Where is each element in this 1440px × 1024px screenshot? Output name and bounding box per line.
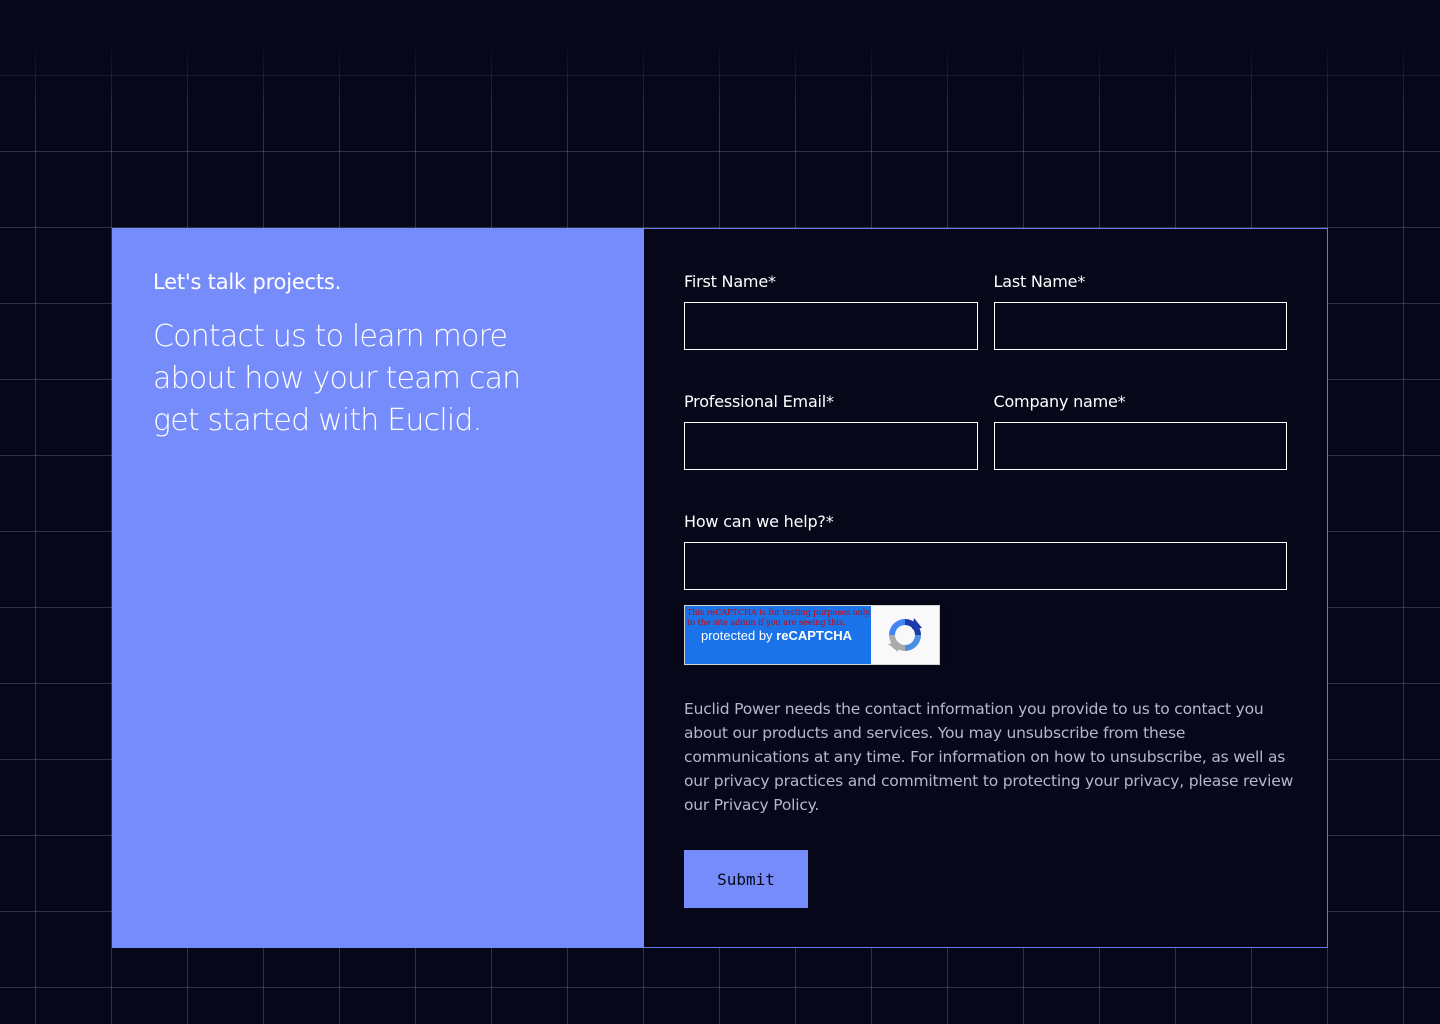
- email-input[interactable]: [684, 422, 978, 470]
- first-name-group: First Name*: [684, 271, 978, 350]
- recaptcha-warning: This reCAPTCHA is for testing purposes o…: [687, 608, 871, 627]
- page: Let's talk projects. Contact us to learn…: [0, 0, 1440, 1024]
- company-group: Company name*: [993, 391, 1287, 470]
- intro-headline: Contact us to learn more about how your …: [153, 319, 521, 438]
- help-input[interactable]: [684, 542, 1287, 590]
- name-row: First Name* Last Name*: [684, 271, 1287, 350]
- help-row: How can we help?*: [684, 511, 1287, 590]
- recaptcha-protected-text: protected by: [701, 628, 777, 643]
- submit-button[interactable]: Submit: [684, 850, 808, 908]
- contact-form: First Name* Last Name* Professional Emai…: [644, 228, 1328, 948]
- last-name-label: Last Name*: [993, 272, 1086, 291]
- contact-row: Professional Email* Company name*: [684, 391, 1287, 470]
- email-group: Professional Email*: [684, 391, 978, 470]
- recaptcha-text-area: This reCAPTCHA is for testing purposes o…: [685, 606, 871, 664]
- recaptcha-logo-icon: [871, 606, 939, 664]
- last-name-input[interactable]: [993, 302, 1287, 350]
- company-input[interactable]: [993, 422, 1287, 470]
- first-name-label: First Name*: [684, 272, 776, 291]
- last-name-group: Last Name*: [993, 271, 1287, 350]
- first-name-input[interactable]: [684, 302, 978, 350]
- grid-fade: [0, 0, 1440, 120]
- company-label: Company name*: [993, 392, 1126, 411]
- recaptcha-brand: reCAPTCHA: [776, 628, 852, 643]
- help-group: How can we help?*: [684, 511, 1287, 590]
- help-label: How can we help?*: [684, 512, 834, 531]
- intro-eyebrow: Let's talk projects.: [153, 270, 342, 294]
- email-label: Professional Email*: [684, 392, 834, 411]
- contact-card: Let's talk projects. Contact us to learn…: [112, 228, 1328, 948]
- recaptcha-label: protected by reCAPTCHA: [701, 628, 852, 643]
- privacy-disclaimer: Euclid Power needs the contact informati…: [684, 700, 1294, 814]
- recaptcha-badge[interactable]: This reCAPTCHA is for testing purposes o…: [684, 605, 940, 665]
- intro-panel: Let's talk projects. Contact us to learn…: [112, 228, 644, 948]
